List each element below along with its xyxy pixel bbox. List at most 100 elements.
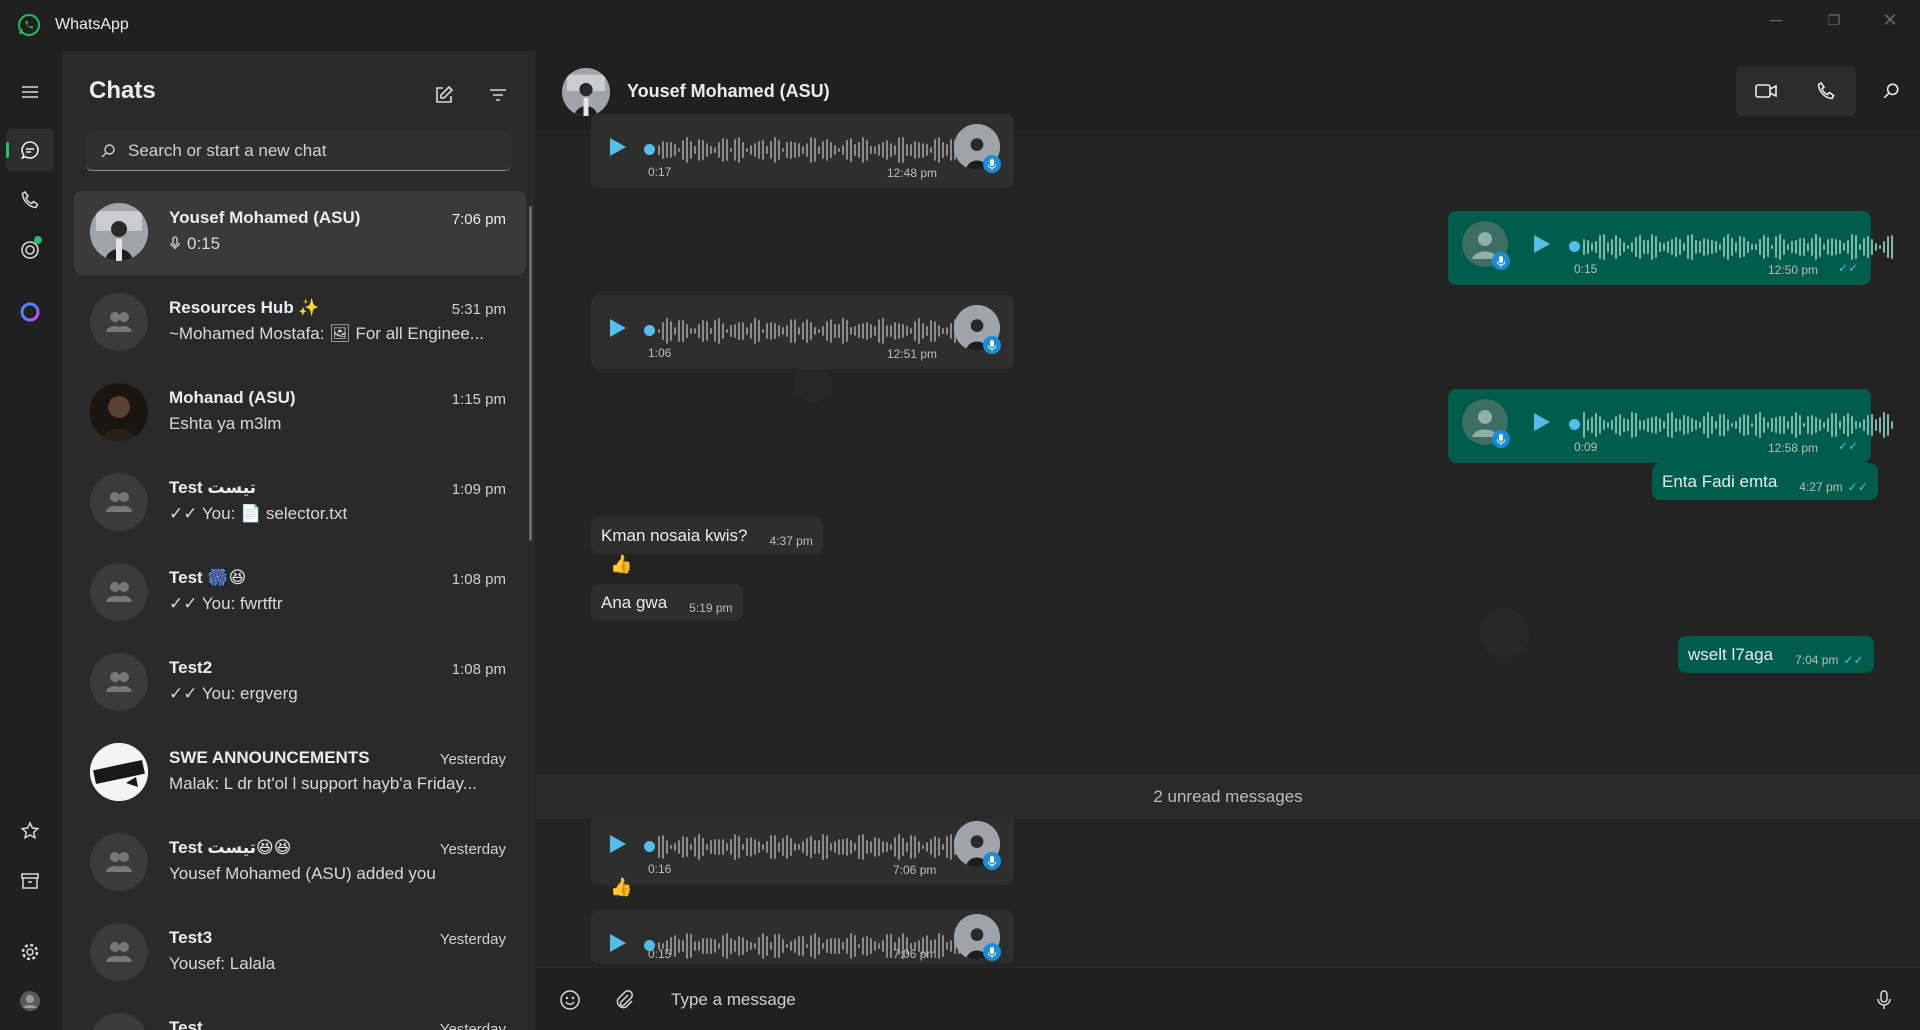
message-time: 12:51 pm [887,347,938,361]
chat-item-yousef[interactable]: Yousef Mohamed (ASU) 7:06 pm 0:15 [74,191,526,275]
chat-list-scrollbar[interactable] [529,206,532,541]
waveform-bar [922,844,924,850]
message-bubble-out[interactable]: wselt l7aga 7:04 pm ✓✓ [1678,636,1874,673]
profile-button[interactable] [6,980,54,1022]
waveform-bar [838,147,840,153]
play-icon[interactable] [610,319,626,337]
waveform-bar [862,936,864,956]
message-bubble-out[interactable]: Enta Fadi emta 4:27 pm ✓✓ [1652,463,1878,500]
reaction-emoji[interactable]: 👍 [610,877,632,898]
message-bubble-in[interactable]: Kman nosaia kwis? 4:37 pm [591,517,823,554]
gear-icon [21,943,39,961]
new-chat-button[interactable] [426,77,462,113]
restore-button[interactable]: ❐ [1806,0,1862,40]
voice-message[interactable]: 0:09 12:58 pm ✓✓ [1448,389,1893,463]
menu-button[interactable] [6,71,54,113]
video-call-button[interactable] [1736,66,1796,116]
waveform[interactable] [658,134,968,166]
waveform-bar [778,139,780,161]
waveform-bar [1779,416,1781,434]
voice-message[interactable]: 1:06 12:51 pm [591,295,1014,369]
waveform[interactable] [658,315,968,347]
waveform-bar [922,322,924,340]
playback-position[interactable] [644,325,655,336]
chat-time: 1:15 pm [451,391,506,408]
chat-item-resources-hub[interactable]: Resources Hub ✨ 5:31 pm ~Mohamed Mostafa… [74,281,526,365]
waveform-bar [1755,414,1757,436]
message-time: 4:37 pm [769,533,813,548]
contact-name[interactable]: Yousef Mohamed (ASU) [627,81,830,102]
hamburger-icon [22,86,38,98]
read-receipt-icon: ✓✓ [1838,261,1859,275]
search-box[interactable] [86,131,511,171]
chat-preview-text: 0:15 [187,234,221,253]
voice-record-button[interactable] [1870,986,1898,1014]
archived-button[interactable] [6,860,54,902]
minimize-button[interactable]: ─ [1748,0,1804,40]
calls-nav-button[interactable] [6,179,54,221]
waveform-bar [950,322,952,340]
voice-call-button[interactable] [1796,66,1856,116]
waveform-bar [1591,416,1593,433]
waveform-bar [1735,420,1737,430]
chats-nav-button[interactable] [6,129,54,171]
waveform-bar [702,319,704,343]
waveform-bar [874,940,876,952]
waveform-bar [842,318,844,344]
message-time: 4:27 pm [1799,479,1843,494]
reaction-emoji[interactable]: 👍 [610,554,632,575]
waveform-bar [942,328,944,334]
status-nav-button[interactable] [6,229,54,271]
waveform[interactable] [658,831,968,863]
voice-message[interactable]: 0:15 12:50 pm ✓✓ [1448,211,1893,285]
message-bubble-in[interactable]: Ana gwa 5:19 pm [591,584,743,621]
voice-duration: 0:16 [648,862,672,876]
close-button[interactable]: ✕ [1862,0,1918,40]
waveform-bar [1695,240,1697,254]
settings-button[interactable] [6,931,54,973]
filter-button[interactable] [480,77,516,113]
waveform-bar [1839,240,1841,254]
chat-item-test3[interactable]: Test3 Yesterday Yousef: Lalala [74,911,526,995]
waveform-bar [930,146,932,154]
playback-position[interactable] [1569,241,1580,252]
attach-button[interactable] [610,986,638,1014]
meta-ai-button[interactable] [6,291,54,333]
chat-item-swe-announcements[interactable]: SWE ANNOUNCEMENTS Yesterday Malak: L dr … [74,731,526,815]
play-icon[interactable] [1534,413,1550,431]
waveform[interactable] [1583,231,1893,263]
waveform-bar [1655,416,1657,434]
play-icon[interactable] [610,934,626,952]
messages-area[interactable]: 0:17 12:48 pm 0:15 12:50 pm ✓✓ 1:06 12:5… [536,114,1920,1030]
chat-item-test[interactable]: Test Yesterday [74,1001,526,1030]
star-icon [20,821,40,840]
chat-item-test2[interactable]: Test2 1:08 pm ✓✓ You: ergverg [74,641,526,725]
chat-item-test-emoji[interactable]: Test 🎆😆 1:08 pm ✓✓ You: fwrtftr [74,551,526,635]
message-input[interactable] [671,982,1801,1018]
waveform-bar [1675,237,1677,257]
chat-item-mohanad[interactable]: Mohanad (ASU) 1:15 pm Eshta ya m3lm [74,371,526,455]
waveform-bar [806,319,808,343]
voice-message[interactable]: 0:16 7:06 pm [591,811,1014,885]
play-icon[interactable] [610,138,626,156]
waveform-bar [746,939,748,953]
voice-message[interactable]: 0:17 12:48 pm [591,114,1014,188]
play-icon[interactable] [610,835,626,853]
title-bar: WhatsApp ─ ❐ ✕ [0,0,1920,51]
chat-item-test-arabic-2[interactable]: Test تيست😆😆 Yesterday Yousef Mohamed (AS… [74,821,526,905]
voice-message[interactable]: 0:15 7:06 pm [591,910,1014,964]
waveform-bar [778,842,780,852]
search-messages-button[interactable] [1871,66,1911,116]
search-input[interactable] [128,140,488,161]
waveform-bar [1811,237,1813,257]
play-icon[interactable] [1534,235,1550,253]
starred-button[interactable] [6,810,54,852]
chat-item-test-arabic[interactable]: Test تيست 1:09 pm ✓✓ You: 📄 selector.txt [74,461,526,545]
waveform[interactable] [1583,409,1893,441]
playback-position[interactable] [644,841,655,852]
playback-position[interactable] [1569,419,1580,430]
waveform-bar [826,938,828,954]
playback-position[interactable] [644,144,655,155]
emoji-button[interactable] [556,986,584,1014]
contact-avatar[interactable] [562,68,610,116]
